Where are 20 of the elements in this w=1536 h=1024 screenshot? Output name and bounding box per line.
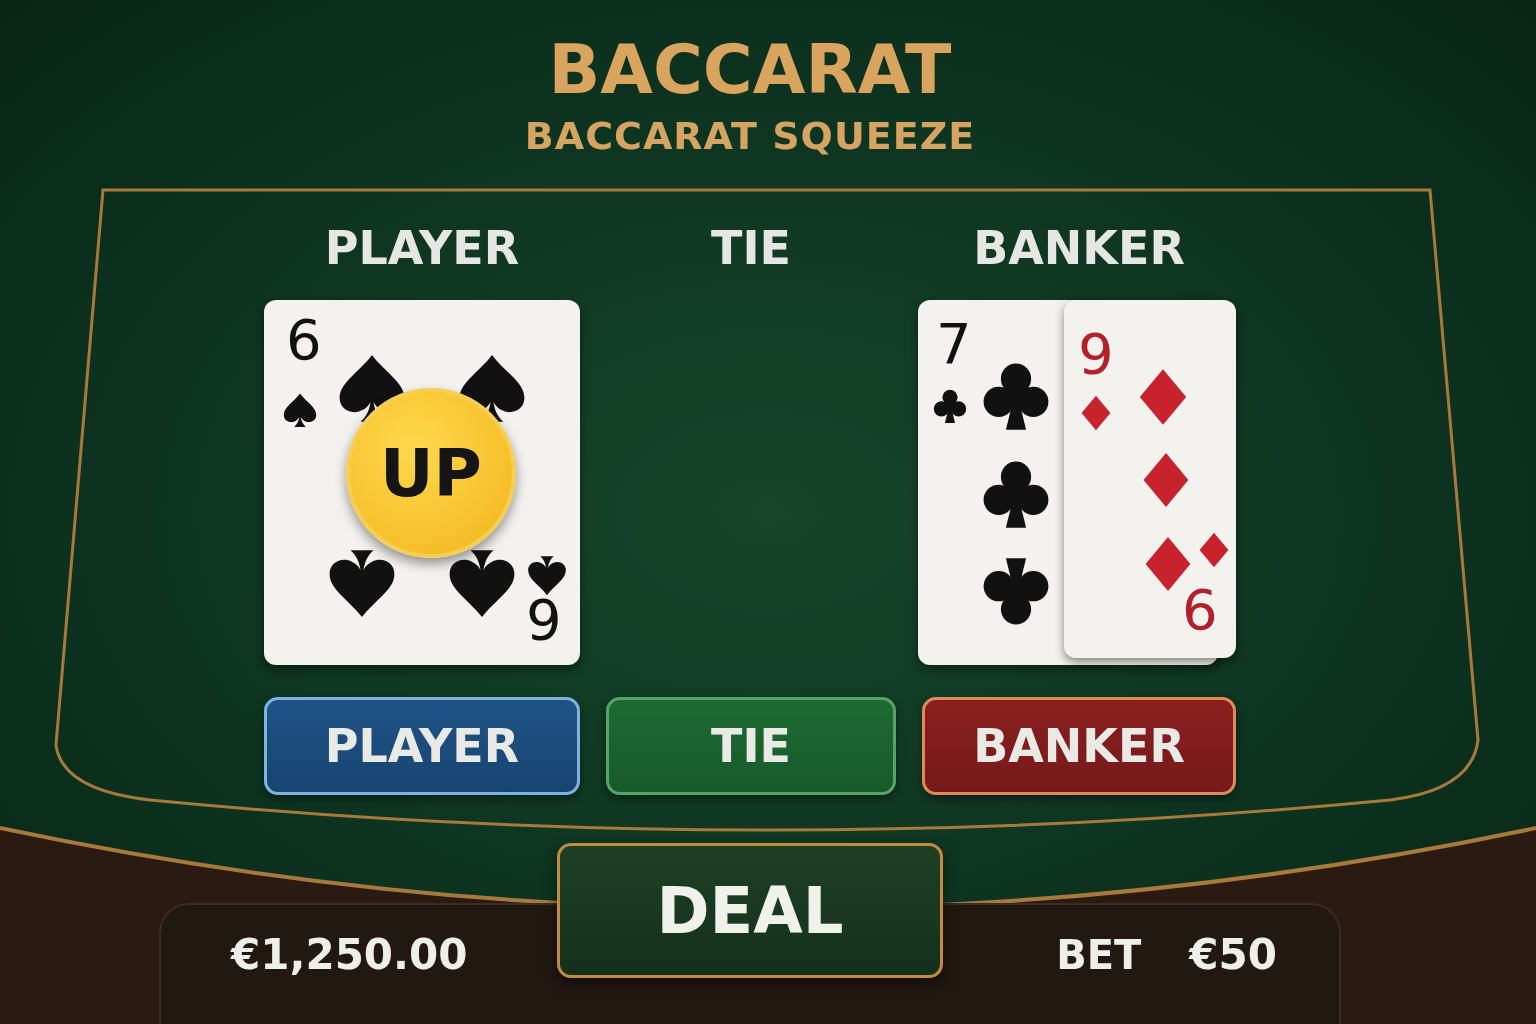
card-index: 6 <box>1182 580 1218 640</box>
card-index: 7 <box>936 314 972 374</box>
spade-icon <box>282 392 318 428</box>
bet-button[interactable]: TIE <box>606 697 896 795</box>
game-subtitle: BACCARAT SQUEEZE <box>524 113 976 160</box>
bet-label: BET <box>1056 931 1142 980</box>
hand-label: PLAYER <box>324 220 520 277</box>
hand-label: TIE <box>711 220 791 277</box>
bet-button[interactable]: BANKER <box>922 697 1236 795</box>
card-index: 6 <box>286 310 322 370</box>
deal-button[interactable]: DEAL <box>557 843 943 978</box>
card-index: 9 <box>1078 324 1114 384</box>
game-title: BACCARAT <box>548 30 952 110</box>
card-index: 9 <box>526 590 562 650</box>
bet-amount: €50 <box>1189 929 1277 981</box>
bet-button[interactable]: PLAYER <box>264 697 580 795</box>
spade-icon <box>526 555 568 597</box>
hand-label: BANKER <box>973 220 1185 277</box>
balance-amount: €1,250.00 <box>231 929 468 981</box>
club-icon <box>932 388 968 424</box>
